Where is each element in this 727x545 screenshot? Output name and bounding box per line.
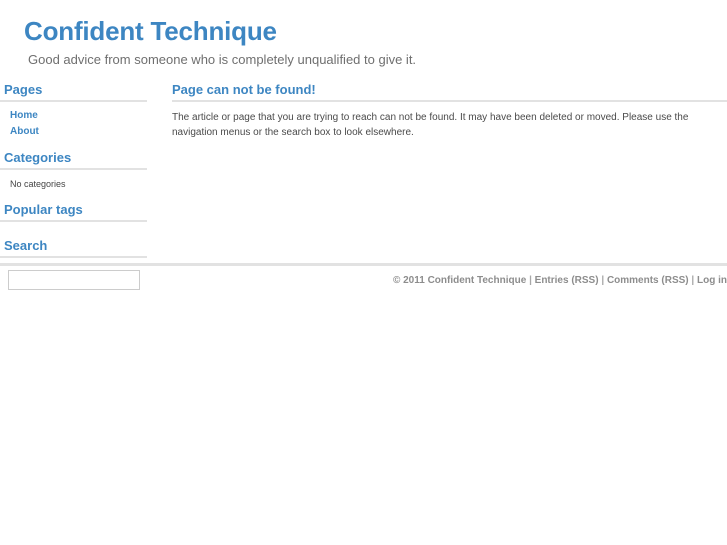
footer-copyright: © 2011 Confident Technique xyxy=(392,275,527,286)
footer-separator: | xyxy=(529,275,532,286)
footer-divider xyxy=(0,263,727,266)
widget-title-search: Search xyxy=(4,238,48,253)
widget-divider xyxy=(0,168,147,170)
footer-link-login[interactable]: Log in xyxy=(697,275,727,286)
entry-divider xyxy=(172,100,727,102)
widget-title-pages: Pages xyxy=(4,82,43,97)
widget-pages: Pages Home About xyxy=(0,82,147,146)
footer-separator: | xyxy=(691,275,695,286)
site-tagline: Good advice from someone who is complete… xyxy=(28,52,417,67)
page-root: Confident Technique Good advice from som… xyxy=(0,0,727,545)
page-title: Page can not be found! xyxy=(172,82,316,97)
footer-text: © 2011 Confident Technique | Entries (RS… xyxy=(0,274,727,287)
widget-divider xyxy=(0,256,147,258)
widget-divider xyxy=(0,100,147,102)
list-item: Home xyxy=(0,108,147,124)
site-title: Confident Technique xyxy=(24,16,277,46)
list-item: About xyxy=(0,124,147,140)
widget-body-categories: No categories xyxy=(0,176,147,198)
site-footer: © 2011 Confident Technique | Entries (RS… xyxy=(0,263,727,287)
widget-title-popular-tags: Popular tags xyxy=(4,202,83,217)
categories-empty-note: No categories xyxy=(10,179,66,189)
main-content: Page can not be found! The article or pa… xyxy=(172,82,727,140)
widget-body-pages: Home About xyxy=(0,108,147,146)
widget-divider xyxy=(0,220,147,222)
widget-title-categories: Categories xyxy=(4,150,72,165)
widget-categories: Categories No categories xyxy=(0,150,147,198)
footer-link-comments-rss[interactable]: Comments (RSS) xyxy=(607,275,689,286)
footer-link-entries-rss[interactable]: Entries (RSS) xyxy=(535,275,599,286)
sidebar-item-about[interactable]: About xyxy=(0,124,147,140)
site-header: Confident Technique Good advice from som… xyxy=(0,0,727,68)
footer-separator: | xyxy=(601,275,605,286)
pages-nav-list: Home About xyxy=(0,108,147,146)
widget-popular-tags: Popular tags xyxy=(0,202,147,234)
widget-body-popular-tags xyxy=(0,228,147,234)
sidebar-item-home[interactable]: Home xyxy=(0,108,147,124)
entry-body-text: The article or page that you are trying … xyxy=(172,112,689,138)
